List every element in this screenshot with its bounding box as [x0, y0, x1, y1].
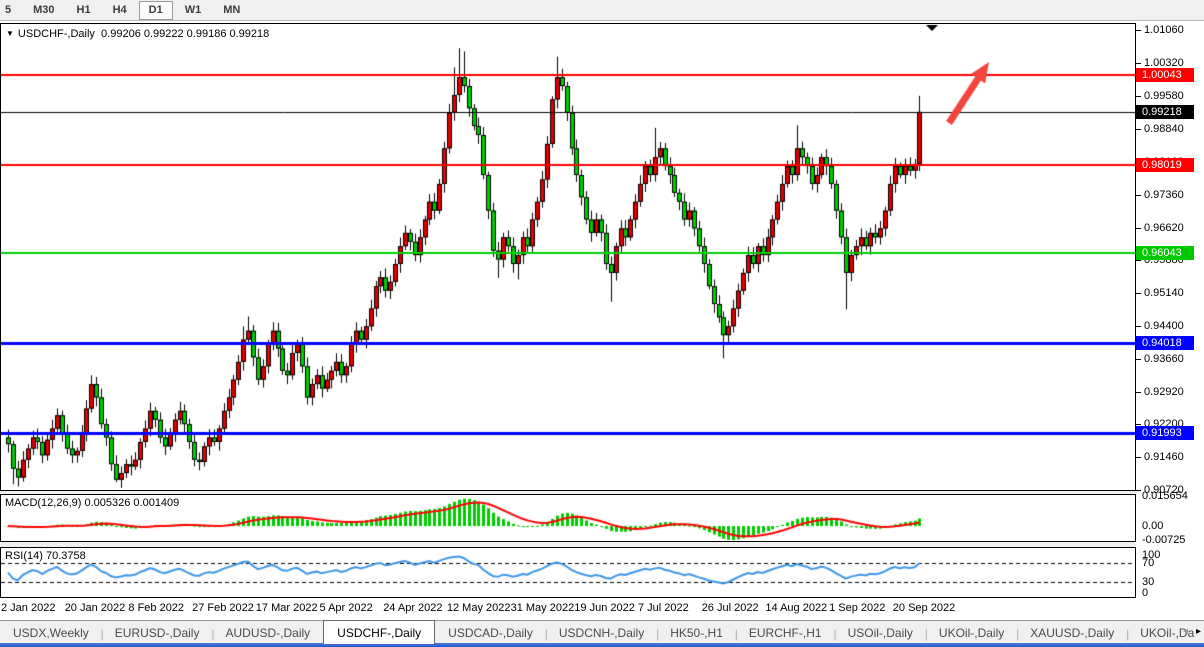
tab-scroll-right-icon[interactable]: ▸ — [1196, 626, 1201, 637]
price-level-badge: 0.94018 — [1136, 336, 1194, 350]
symbol-tab-audusd-daily[interactable]: AUDUSD-,Daily — [212, 623, 323, 644]
date-label: 19 Jun 2022 — [574, 602, 635, 614]
price-tick-label: 0.99580 — [1136, 90, 1204, 103]
date-label: 2 Jan 2022 — [1, 602, 55, 614]
price-level-badge: 0.96043 — [1136, 246, 1194, 260]
date-label: 27 Feb 2022 — [192, 602, 254, 614]
macd-axis-label: -0.00725 — [1136, 534, 1204, 547]
symbol-label: USDCHF-,Daily — [18, 28, 95, 40]
tab-scroll-controls: ◂ ▸ — [1183, 626, 1201, 637]
symbol-tab-xauusd-daily[interactable]: XAUUSD-,Daily| — [1017, 623, 1127, 644]
macd-axis-label: 0.00 — [1136, 520, 1204, 533]
symbol-tab-eurusd-daily[interactable]: EURUSD-,Daily| — [102, 623, 213, 644]
timeframe-button-w1[interactable]: W1 — [175, 1, 212, 20]
date-label: 20 Jan 2022 — [65, 602, 126, 614]
date-label: 5 Apr 2022 — [320, 602, 373, 614]
rsi-axis-label: 0 — [1136, 587, 1204, 600]
chart-title: ▼ USDCHF-,Daily 0.99206 0.99222 0.99186 0… — [6, 28, 269, 40]
price-axis[interactable]: 1.010601.003200.995800.988400.981000.973… — [1136, 21, 1204, 620]
price-tick-label: 0.96620 — [1136, 222, 1204, 235]
date-label: 26 Jul 2022 — [702, 602, 759, 614]
price-level-badge: 0.91993 — [1136, 426, 1194, 440]
date-label: 7 Jul 2022 — [638, 602, 689, 614]
symbol-tab-bar: USDX,Weekly|EURUSD-,Daily|AUDUSD-,DailyU… — [0, 620, 1204, 644]
rsi-canvas[interactable] — [1, 548, 1135, 597]
trading-terminal-window: 5M30H1H4D1W1MN ▼ USDCHF-,Daily 0.99206 0.… — [0, 0, 1204, 647]
rsi-label: RSI(14) 70.3758 — [5, 550, 86, 562]
symbol-dropdown-icon[interactable]: ▼ — [6, 29, 14, 38]
price-level-badge: 0.99218 — [1136, 105, 1194, 119]
price-level-badge: 0.98019 — [1136, 158, 1194, 172]
timeframe-button-m30[interactable]: M30 — [23, 1, 64, 20]
symbol-tab-usdchf-daily[interactable]: USDCHF-,Daily — [323, 620, 435, 644]
symbol-tab-usoil-daily[interactable]: USOil-,Daily| — [835, 623, 926, 644]
price-tick-label: 0.93660 — [1136, 353, 1204, 366]
tab-scroll-left-icon[interactable]: ◂ — [1183, 626, 1188, 637]
symbol-tab-hk50-h1[interactable]: HK50-,H1| — [657, 623, 736, 644]
date-label: 20 Sep 2022 — [893, 602, 955, 614]
window-bottom-edge — [0, 643, 1204, 647]
price-pane: ▼ USDCHF-,Daily 0.99206 0.99222 0.99186 0… — [0, 23, 1136, 491]
timeframe-button-mn[interactable]: MN — [213, 1, 250, 20]
symbol-tab-usdcnh-daily[interactable]: USDCNH-,Daily| — [546, 623, 657, 644]
timeframe-button-5[interactable]: 5 — [1, 1, 21, 20]
timeframe-button-d1[interactable]: D1 — [139, 1, 173, 20]
date-label: 8 Feb 2022 — [128, 602, 184, 614]
symbol-tab-ukoil-daily[interactable]: UKOil-,Daily| — [926, 623, 1017, 644]
symbol-tab-usdx-weekly[interactable]: USDX,Weekly| — [0, 623, 102, 644]
ohlc-values: 0.99206 0.99222 0.99186 0.99218 — [101, 28, 269, 40]
chart-region: ▼ USDCHF-,Daily 0.99206 0.99222 0.99186 0… — [0, 21, 1204, 620]
price-tick-label: 0.94400 — [1136, 320, 1204, 333]
date-label: 1 Sep 2022 — [829, 602, 885, 614]
price-tick-label: 0.97360 — [1136, 189, 1204, 202]
price-tick-label: 0.98840 — [1136, 123, 1204, 136]
timeframe-button-h1[interactable]: H1 — [67, 1, 101, 20]
price-tick-label: 0.95140 — [1136, 287, 1204, 300]
rsi-pane: RSI(14) 70.3758 — [0, 547, 1136, 598]
macd-pane: MACD(12,26,9) 0.005326 0.001409 — [0, 494, 1136, 542]
symbol-tab-usdcad-daily[interactable]: USDCAD-,Daily| — [435, 623, 546, 644]
date-label: 17 Mar 2022 — [256, 602, 318, 614]
price-chart-canvas[interactable] — [1, 24, 1135, 490]
rsi-axis-label: 70 — [1136, 557, 1204, 570]
macd-label: MACD(12,26,9) 0.005326 0.001409 — [5, 497, 179, 509]
price-tick-label: 0.91460 — [1136, 451, 1204, 464]
macd-axis-label: 0.015654 — [1136, 490, 1204, 503]
price-level-badge: 1.00043 — [1136, 68, 1194, 82]
timeframe-button-h4[interactable]: H4 — [103, 1, 137, 20]
symbol-tab-eurchf-h1[interactable]: EURCHF-,H1| — [736, 623, 835, 644]
date-label: 24 Apr 2022 — [383, 602, 442, 614]
price-tick-label: 1.01060 — [1136, 24, 1204, 37]
timeframe-toolbar: 5M30H1H4D1W1MN — [0, 0, 1204, 21]
date-label: 14 Aug 2022 — [765, 602, 827, 614]
date-label: 12 May 2022 — [447, 602, 511, 614]
price-tick-label: 0.92920 — [1136, 386, 1204, 399]
date-axis: 2 Jan 2022 20 Jan 20228 Feb 2022 27 Feb 20… — [0, 599, 1136, 619]
date-label: 31 May 2022 — [511, 602, 575, 614]
